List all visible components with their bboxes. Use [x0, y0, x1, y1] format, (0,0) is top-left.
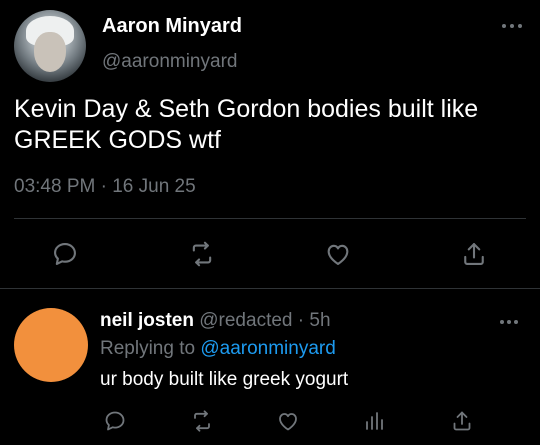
author-name[interactable]: Aaron Minyard — [102, 15, 242, 38]
reply-separator: · — [292, 310, 310, 331]
reply-age[interactable]: 5h — [309, 310, 330, 331]
like-icon[interactable] — [272, 405, 304, 437]
share-icon[interactable] — [458, 238, 490, 270]
tweet-timestamp[interactable]: 03:48 PM · 16 Jun 25 — [14, 176, 196, 198]
tweet-actions — [0, 234, 540, 274]
mention-link[interactable]: @aaronminyard — [200, 338, 335, 359]
reply-icon[interactable] — [49, 238, 81, 270]
reply-tweet[interactable]: neil josten @redacted · 5h Replying to @… — [0, 296, 540, 445]
share-icon[interactable] — [446, 405, 478, 437]
analytics-icon[interactable] — [358, 405, 390, 437]
retweet-icon[interactable] — [186, 405, 218, 437]
divider — [14, 218, 526, 219]
reply-avatar[interactable] — [14, 308, 88, 382]
reply-author-name[interactable]: neil josten — [100, 310, 194, 331]
retweet-icon[interactable] — [186, 238, 218, 270]
replying-to: Replying to @aaronminyard — [100, 338, 336, 360]
avatar-face — [34, 32, 66, 72]
reply-icon[interactable] — [99, 405, 131, 437]
reply-actions — [0, 403, 540, 439]
tweet-date: 16 Jun 25 — [112, 176, 196, 197]
more-options-icon[interactable] — [500, 320, 520, 328]
replying-to-label: Replying to — [100, 338, 201, 359]
tweet-time: 03:48 PM — [14, 176, 96, 197]
like-icon[interactable] — [322, 238, 354, 270]
divider — [0, 288, 540, 289]
tweet-text: Kevin Day & Seth Gordon bodies built lik… — [14, 95, 479, 154]
author-handle[interactable]: @aaronminyard — [102, 51, 237, 73]
avatar[interactable] — [14, 10, 86, 82]
reply-text: ur body built like greek yogurt — [100, 369, 349, 390]
reply-author-handle[interactable]: @redacted — [199, 310, 292, 331]
meta-separator: · — [95, 176, 113, 197]
more-options-icon[interactable] — [502, 24, 524, 32]
tweet-header: Aaron Minyard @aaronminyard — [14, 10, 526, 82]
reply-header: neil josten @redacted · 5h — [100, 310, 331, 332]
